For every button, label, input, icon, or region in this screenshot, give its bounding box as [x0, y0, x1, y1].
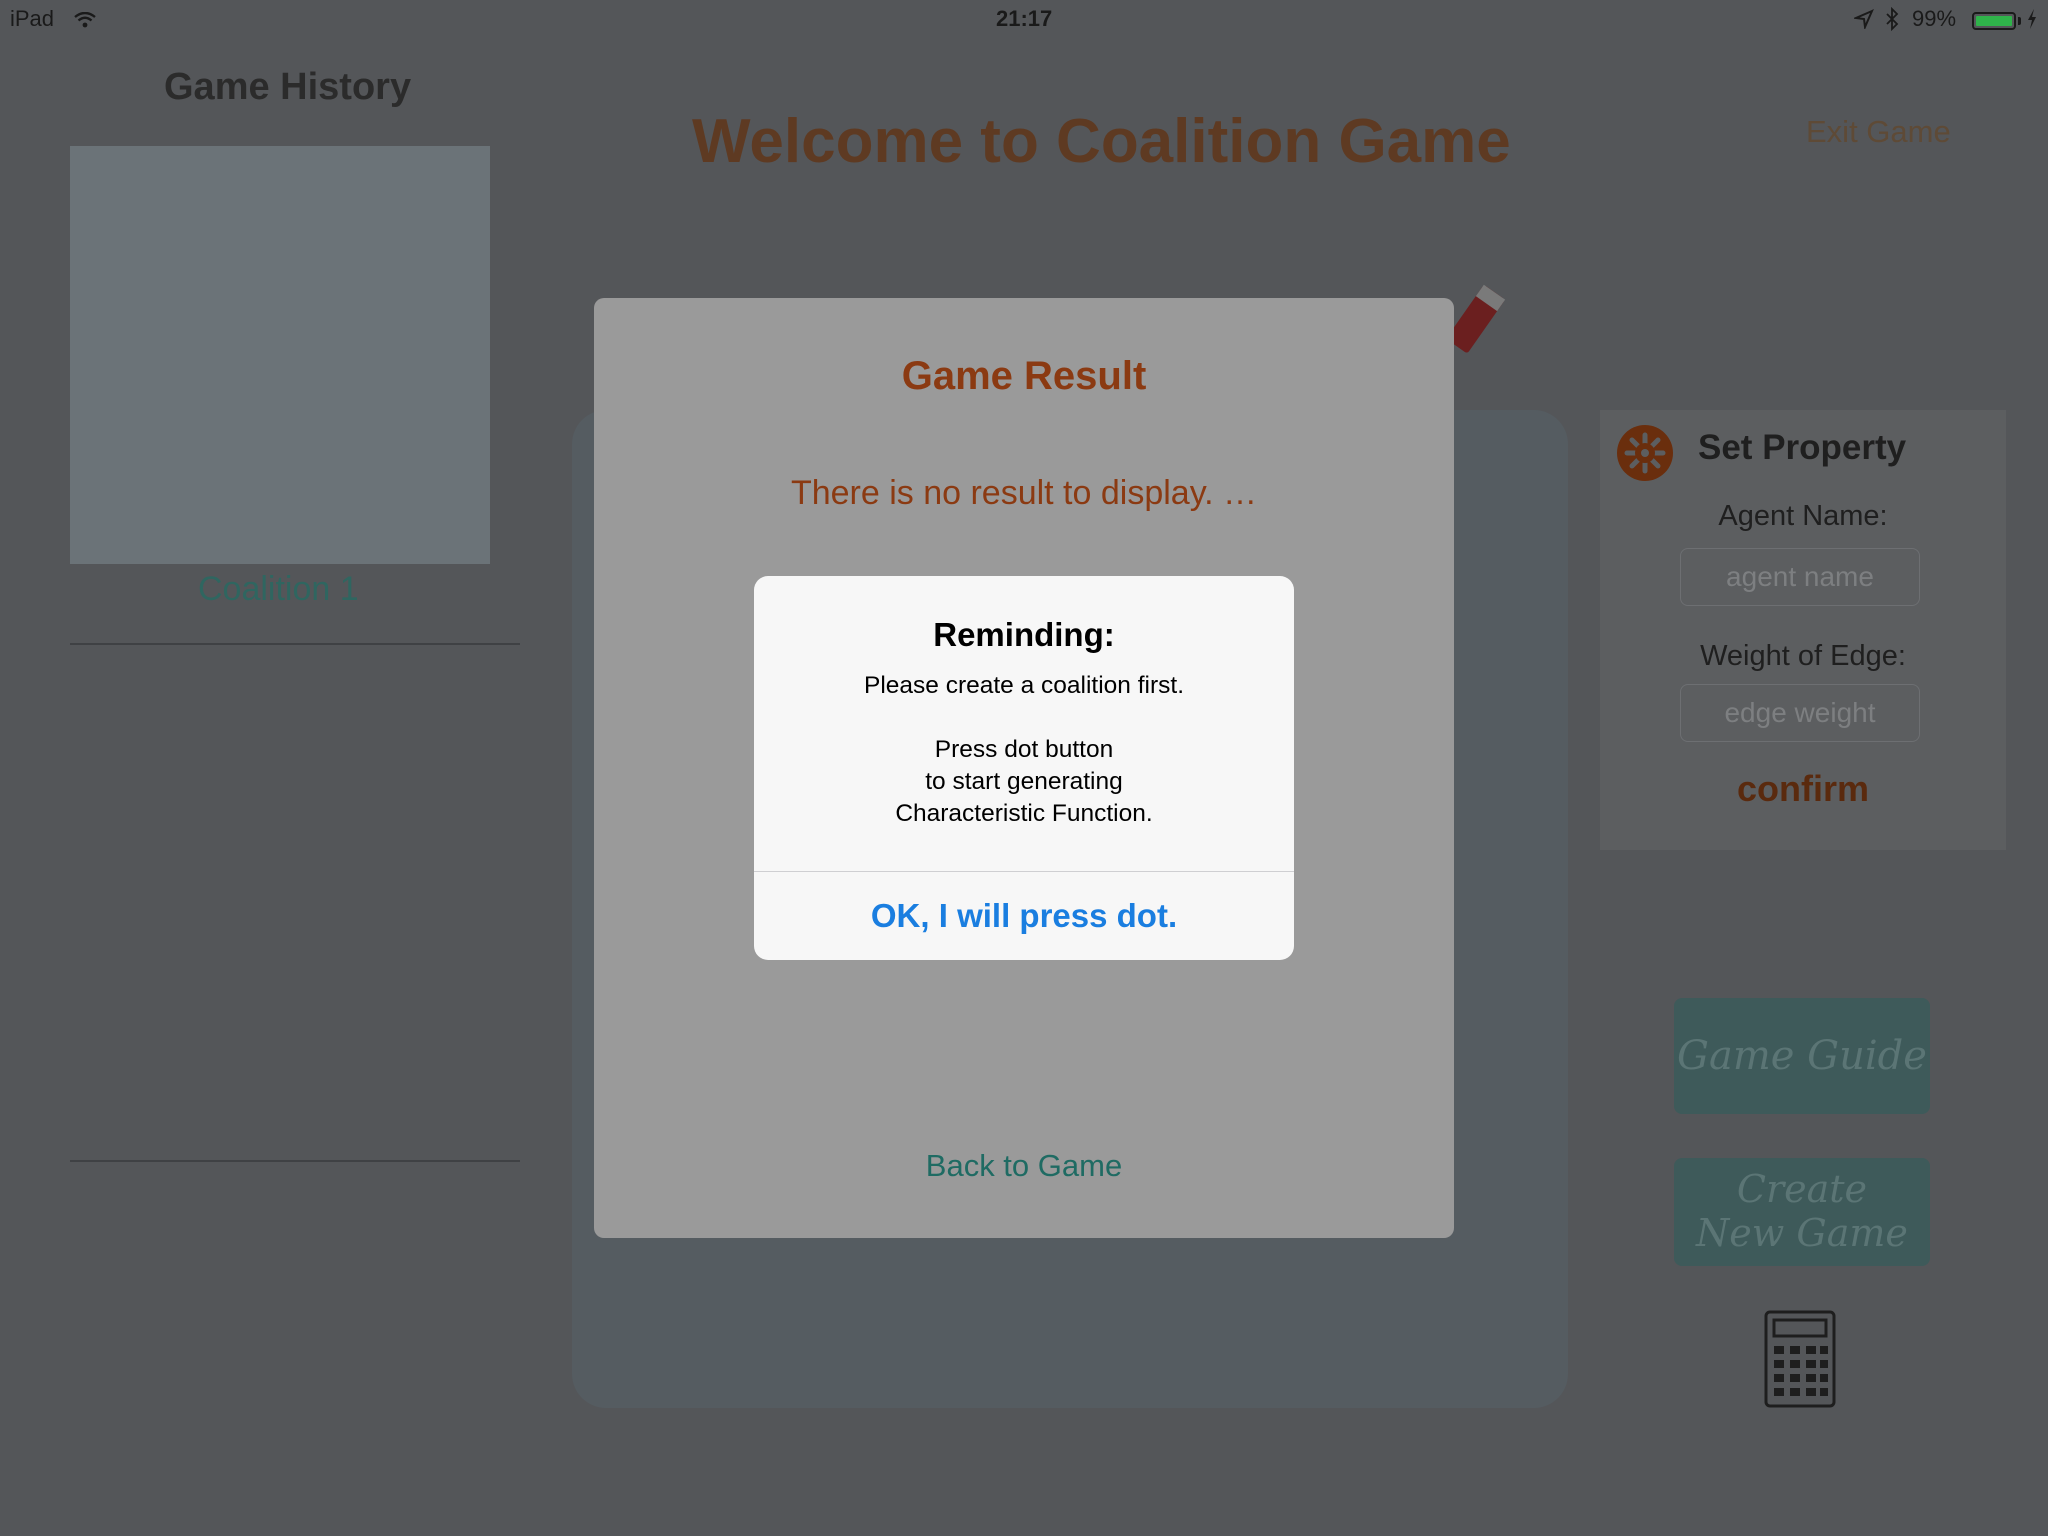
- alert-ok-button[interactable]: OK, I will press dot.: [754, 872, 1294, 960]
- edge-weight-input[interactable]: [1680, 684, 1920, 742]
- battery-icon: [1972, 12, 2016, 30]
- alert-message: Please create a coalition first. Press d…: [863, 672, 1185, 827]
- confirm-button[interactable]: confirm: [1600, 768, 2006, 810]
- exit-game-button[interactable]: Exit Game: [1806, 114, 1951, 150]
- reminder-alert: Reminding: Please create a coalition fir…: [754, 576, 1294, 960]
- set-property-title: Set Property: [1698, 428, 1907, 467]
- gear-icon: [1617, 425, 1673, 481]
- agent-name-label: Agent Name:: [1718, 500, 1888, 532]
- create-new-game-button[interactable]: Create New Game: [1674, 1158, 1930, 1266]
- battery-tip: [2018, 17, 2021, 25]
- alert-title: Reminding:: [933, 616, 1115, 653]
- history-panel[interactable]: [70, 146, 490, 564]
- bluetooth-icon: [1886, 7, 1899, 31]
- battery-percent: 99%: [1912, 6, 1957, 31]
- clock: 21:17: [996, 6, 1053, 31]
- wifi-icon: [74, 12, 96, 28]
- game-guide-button[interactable]: Game Guide: [1674, 998, 1930, 1114]
- device-label: iPad: [10, 6, 55, 31]
- game-result-title: Game Result: [901, 354, 1147, 398]
- agent-name-input[interactable]: [1680, 548, 1920, 606]
- location-icon: [1854, 9, 1874, 29]
- battery-fill: [1976, 16, 2012, 26]
- game-history-title: Game History: [164, 66, 412, 108]
- back-to-game-button[interactable]: Back to Game: [594, 1148, 1454, 1184]
- edge-weight-label: Weight of Edge:: [1700, 640, 1906, 672]
- page-title: Welcome to Coalition Game: [692, 107, 1511, 176]
- calculator-icon[interactable]: [1764, 1310, 1836, 1408]
- coalition-item[interactable]: Coalition 1: [198, 570, 359, 609]
- history-divider-top: [70, 643, 520, 645]
- no-result-message: There is no result to display. …: [790, 474, 1258, 512]
- history-divider-bottom: [70, 1160, 520, 1162]
- charging-icon: [2028, 9, 2036, 29]
